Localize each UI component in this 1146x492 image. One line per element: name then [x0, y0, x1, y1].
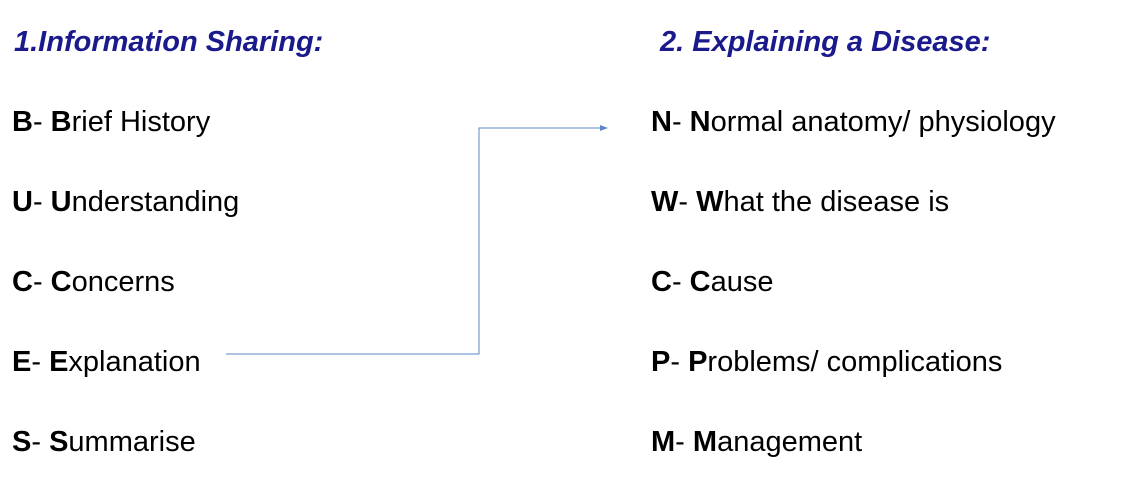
item-rest: ause [710, 266, 774, 298]
item-separator: - [678, 186, 697, 218]
item-separator: - [670, 346, 689, 378]
item-separator: - [671, 266, 690, 298]
information-sharing-heading: 1.Information Sharing: [14, 26, 324, 58]
item-letter: B [12, 106, 33, 138]
item-rest: oncerns [71, 266, 175, 298]
item-first-letter: W [696, 186, 724, 218]
item-separator: - [671, 106, 690, 138]
item-first-letter: B [50, 106, 72, 138]
item-first-letter: C [689, 266, 711, 298]
item-first-letter: M [692, 426, 718, 458]
item-first-letter: E [49, 346, 69, 378]
item-separator: - [32, 106, 51, 138]
left-item-summarise: S- Summarise [12, 422, 196, 462]
item-first-letter: C [50, 266, 72, 298]
right-item-normal-anatomy: N- Normal anatomy/ physiology [651, 102, 1056, 142]
item-letter: S [12, 426, 32, 458]
left-item-understanding: U- Understanding [12, 182, 239, 222]
item-separator: - [675, 426, 693, 458]
left-item-concerns: C- Concerns [12, 262, 175, 302]
item-letter: N [651, 106, 672, 138]
item-rest: nderstanding [71, 186, 240, 218]
item-rest: ummarise [68, 426, 196, 458]
item-first-letter: N [689, 106, 711, 138]
connector-arrow [226, 125, 608, 355]
item-rest: anagement [717, 426, 863, 458]
item-rest: hat the disease is [723, 186, 950, 218]
item-rest: roblems/ complications [707, 346, 1003, 378]
item-separator: - [31, 426, 50, 458]
item-rest: xplanation [68, 346, 201, 378]
left-item-explanation: E- Explanation [12, 342, 201, 382]
right-item-cause: C- Cause [651, 262, 774, 302]
explaining-disease-heading: 2. Explaining a Disease: [660, 26, 991, 58]
item-letter: C [12, 266, 33, 298]
item-separator: - [31, 346, 50, 378]
item-separator: - [32, 186, 51, 218]
item-letter: U [12, 186, 33, 218]
item-letter: C [651, 266, 672, 298]
item-first-letter: P [688, 346, 708, 378]
item-letter: M [651, 426, 676, 458]
item-first-letter: S [49, 426, 69, 458]
item-letter: W [651, 186, 679, 218]
item-first-letter: U [50, 186, 72, 218]
item-rest: ormal anatomy/ physiology [710, 106, 1056, 138]
right-item-problems: P- Problems/ complications [651, 342, 1002, 382]
left-item-brief-history: B- Brief History [12, 102, 210, 142]
item-letter: E [12, 346, 32, 378]
item-rest: rief History [71, 106, 211, 138]
right-item-management: M- Management [651, 422, 862, 462]
item-letter: P [651, 346, 671, 378]
connector-line [226, 125, 608, 355]
item-separator: - [32, 266, 51, 298]
right-item-what-disease-is: W- What the disease is [651, 182, 949, 222]
